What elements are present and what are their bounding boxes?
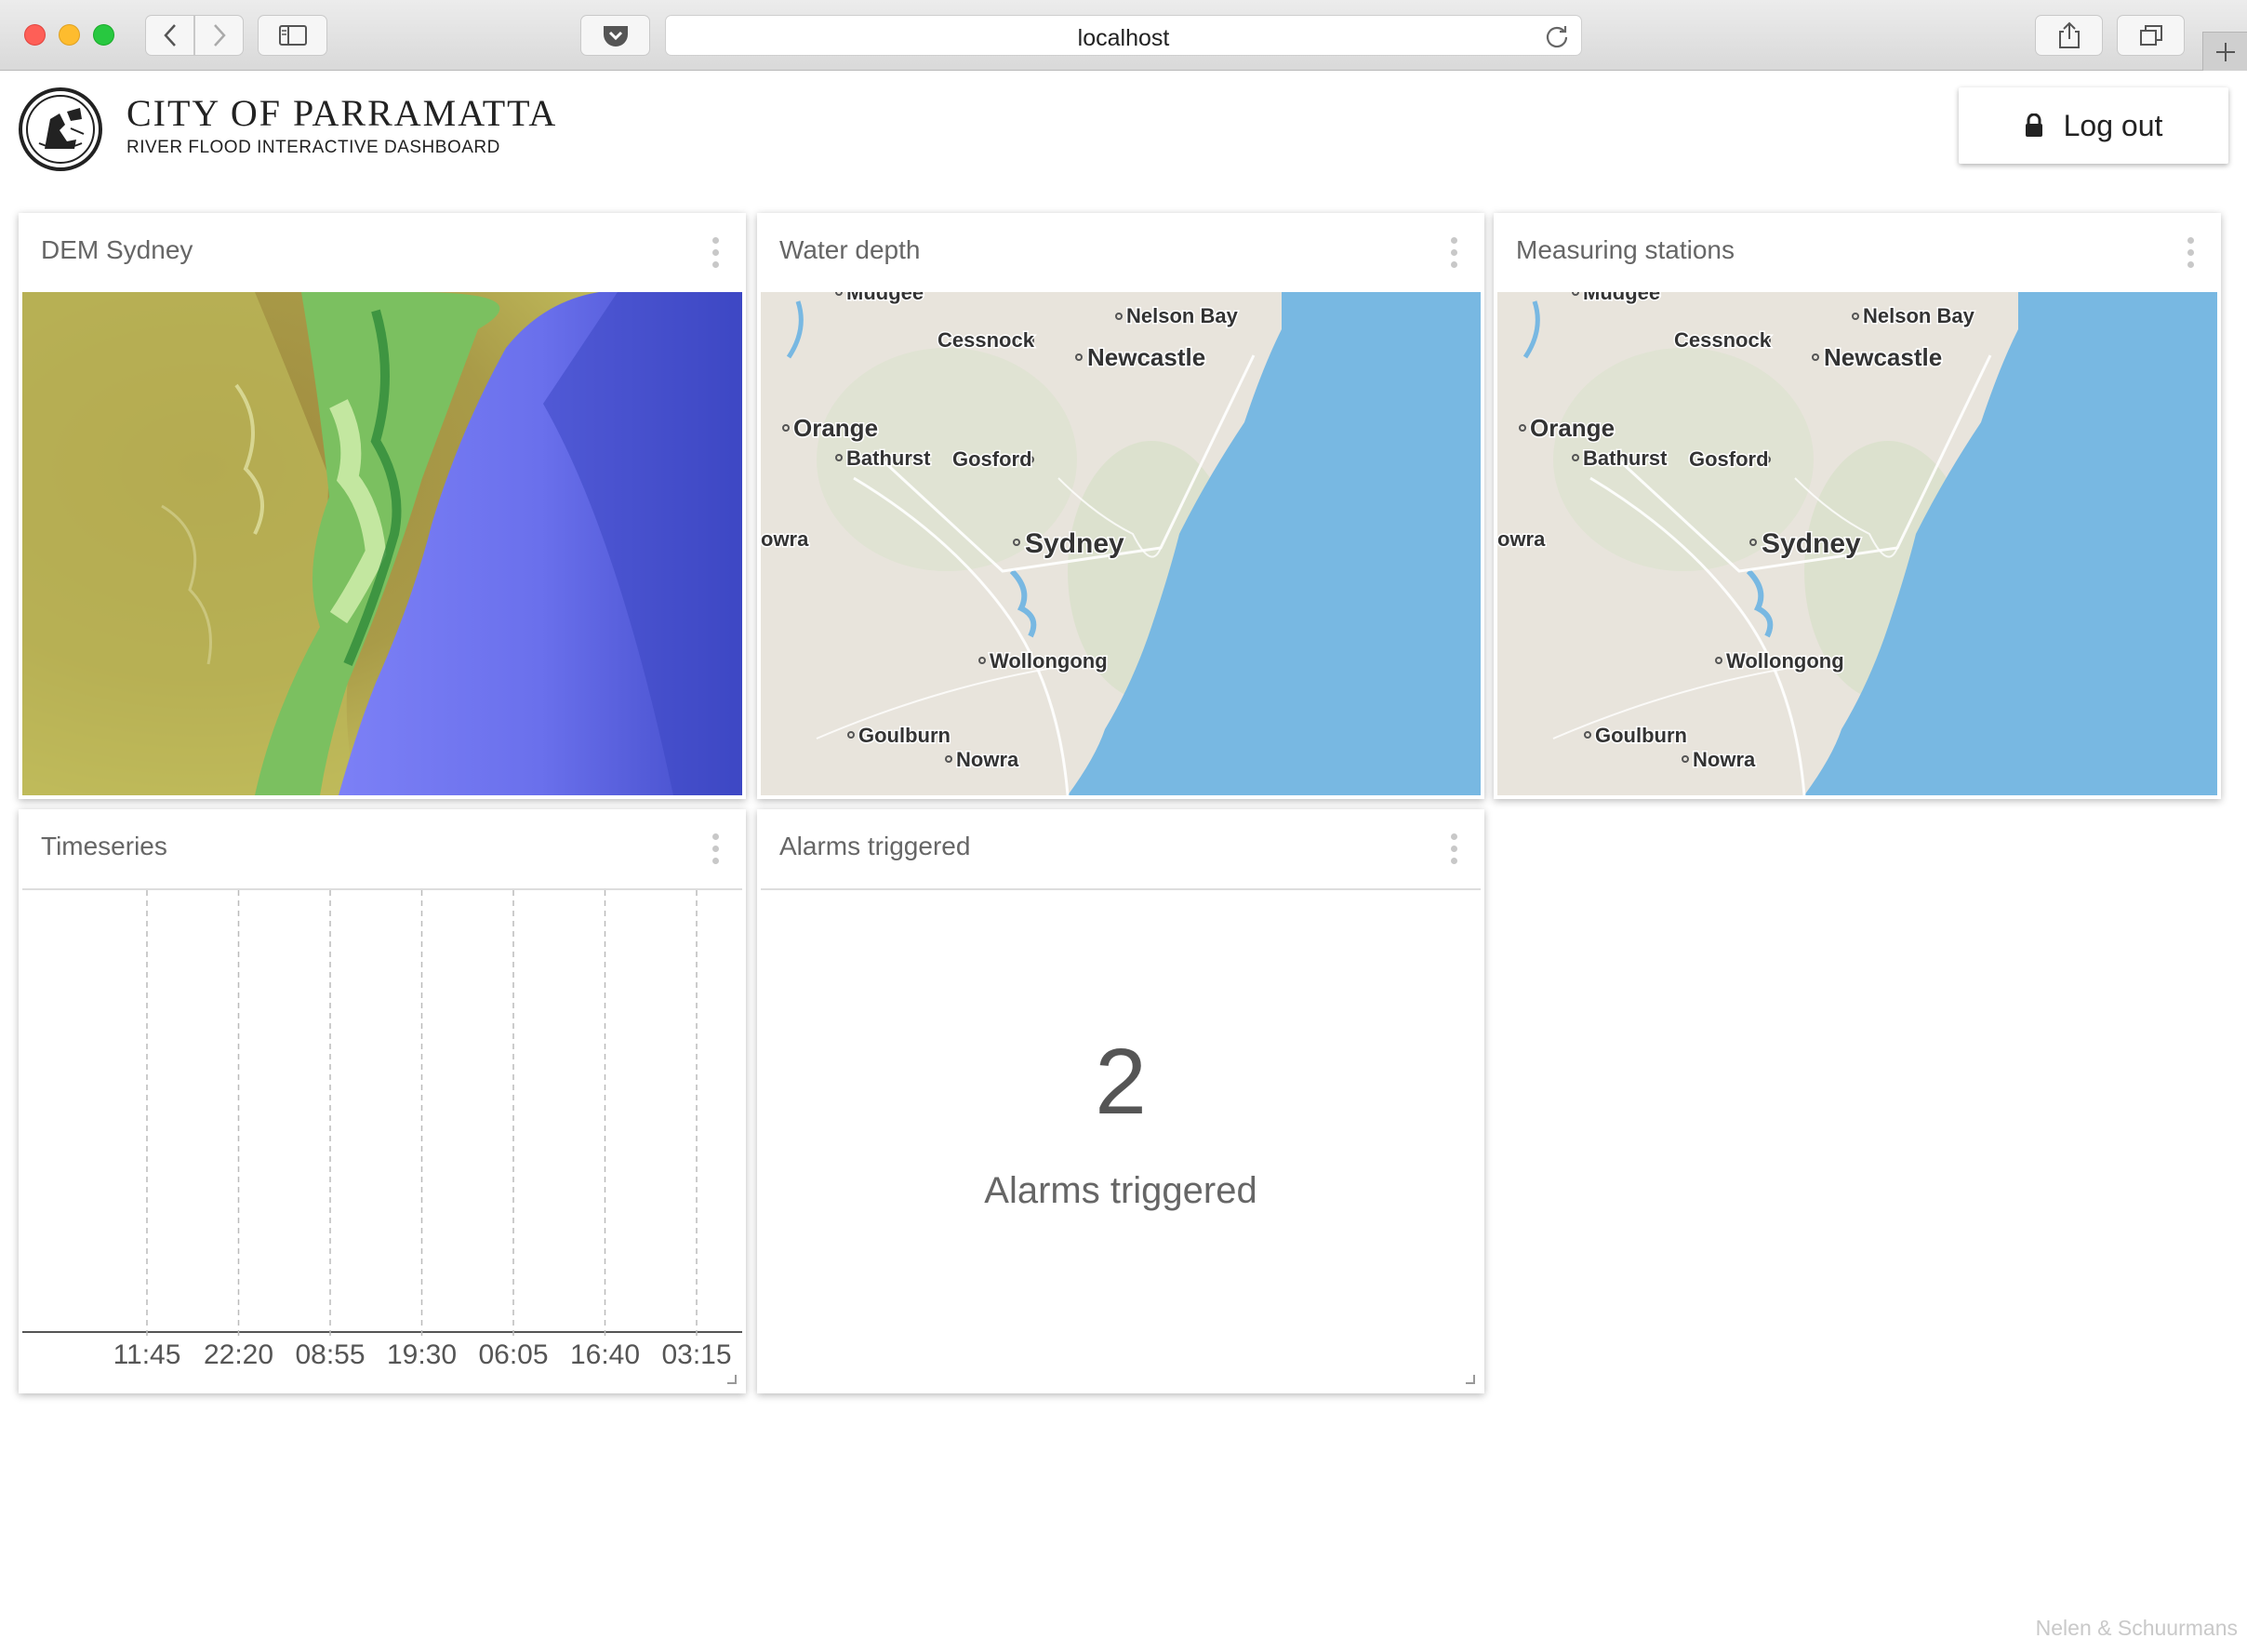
alarm-count-label: Alarms triggered — [984, 1170, 1257, 1211]
x-tick-label: 11:45 — [113, 1339, 181, 1370]
organization-title: CITY OF PARRAMATTA — [126, 92, 558, 134]
map-label: Mudgee — [846, 292, 924, 304]
sidebar-toggle-button[interactable] — [258, 15, 327, 56]
map-label: Sydney — [1762, 528, 1861, 559]
pocket-button[interactable] — [580, 15, 650, 56]
map-label: Gosford — [1689, 447, 1769, 471]
map-label: Nowra — [1693, 748, 1756, 771]
share-icon — [2058, 21, 2080, 48]
map-label: Newcastle — [1087, 343, 1205, 371]
sidebar-icon — [278, 25, 307, 46]
tile-header: Alarms triggered — [757, 809, 1484, 888]
tabs-icon — [2139, 25, 2162, 46]
chevron-right-icon — [213, 24, 226, 47]
minimize-window-button[interactable] — [59, 24, 80, 46]
tile-title: Alarms triggered — [779, 832, 971, 860]
dem-sydney-tile: DEM Sydney — [19, 213, 746, 799]
logout-button[interactable]: Log out — [1959, 87, 2228, 164]
more-options-icon[interactable] — [1449, 833, 1458, 867]
water-depth-tile: Water depth Mudgee Nelson Bay Cessnock N… — [757, 213, 1484, 799]
tile-title: Measuring stations — [1516, 235, 1735, 264]
resize-handle[interactable] — [1466, 1375, 1475, 1384]
browser-toolbar: localhost — [0, 0, 2247, 71]
x-tick-label: 22:20 — [204, 1339, 273, 1370]
map-label: Goulburn — [858, 724, 951, 747]
map-label: Bathurst — [846, 446, 931, 470]
tile-header: Water depth — [757, 213, 1484, 292]
tile-header: DEM Sydney — [19, 213, 746, 292]
map-label: Wollongong — [990, 649, 1108, 673]
map-label: owra — [1497, 527, 1546, 551]
more-options-icon[interactable] — [2186, 237, 2195, 271]
logout-label: Log out — [2063, 108, 2163, 142]
dashboard-subtitle: RIVER FLOOD INTERACTIVE DASHBOARD — [126, 138, 500, 157]
share-button[interactable] — [2035, 15, 2103, 56]
back-button[interactable] — [145, 15, 194, 56]
new-tab-button[interactable] — [2202, 32, 2247, 71]
footer-credit: Nelen & Schuurmans — [2035, 1616, 2238, 1640]
map-label: Bathurst — [1583, 446, 1668, 470]
url-text: localhost — [1077, 25, 1170, 51]
plus-icon — [2215, 42, 2235, 61]
forward-button[interactable] — [194, 15, 244, 56]
reload-icon[interactable] — [1544, 23, 1570, 49]
map-label: Nowra — [956, 748, 1019, 771]
map-label: Sydney — [1025, 528, 1124, 559]
water-depth-map[interactable]: Mudgee Nelson Bay Cessnock Newcastle Ora… — [761, 292, 1481, 795]
map-label: Orange — [1530, 414, 1615, 442]
pocket-icon — [603, 26, 628, 47]
map-label: Cessnock — [937, 328, 1035, 352]
tabs-overview-button[interactable] — [2117, 15, 2185, 56]
timeseries-chart[interactable]: 11:45 22:20 08:55 19:30 06:05 16:40 03:15 — [22, 890, 742, 1390]
more-options-icon[interactable] — [1449, 237, 1458, 271]
tile-title: Water depth — [779, 235, 921, 264]
map-label: Wollongong — [1726, 649, 1844, 673]
map-label: Nelson Bay — [1126, 304, 1239, 327]
address-bar[interactable]: localhost — [665, 15, 1582, 56]
map-label: Gosford — [952, 447, 1032, 471]
tile-title: Timeseries — [41, 832, 167, 860]
lock-icon — [2025, 113, 2042, 137]
city-seal-logo — [19, 87, 102, 171]
alarms-tile: Alarms triggered 2 Alarms triggered — [757, 809, 1484, 1393]
more-options-icon[interactable] — [711, 237, 720, 271]
x-tick-label: 08:55 — [295, 1339, 365, 1370]
tile-header: Measuring stations — [1494, 213, 2221, 292]
alarm-count: 2 — [1095, 1030, 1147, 1134]
x-tick-label: 03:15 — [661, 1339, 731, 1370]
tile-divider — [761, 888, 1481, 890]
timeseries-tile: Timeseries 11:45 22:20 08:55 19:30 06:05 16:4… — [19, 809, 746, 1393]
tile-header: Timeseries — [19, 809, 746, 888]
map-label: Nelson Bay — [1863, 304, 1975, 327]
measuring-stations-map[interactable]: Mudgee Nelson Bay Cessnock Newcastle Ora… — [1497, 292, 2217, 795]
zoom-window-button[interactable] — [93, 24, 114, 46]
x-tick-label: 19:30 — [387, 1339, 457, 1370]
x-tick-label: 16:40 — [570, 1339, 640, 1370]
map-label: Newcastle — [1824, 343, 1942, 371]
map-label: Cessnock — [1674, 328, 1772, 352]
map-label: Goulburn — [1595, 724, 1687, 747]
dem-map[interactable] — [22, 292, 742, 795]
tile-title: DEM Sydney — [41, 235, 193, 264]
close-window-button[interactable] — [24, 24, 46, 46]
map-label: Mudgee — [1583, 292, 1660, 304]
map-label: owra — [761, 527, 809, 551]
x-tick-label: 06:05 — [478, 1339, 548, 1370]
measuring-stations-tile: Measuring stations Mudgee Nelson Bay Ces… — [1494, 213, 2221, 799]
map-label: Orange — [793, 414, 878, 442]
resize-handle[interactable] — [727, 1375, 737, 1384]
chevron-left-icon — [163, 24, 176, 47]
more-options-icon[interactable] — [711, 833, 720, 867]
